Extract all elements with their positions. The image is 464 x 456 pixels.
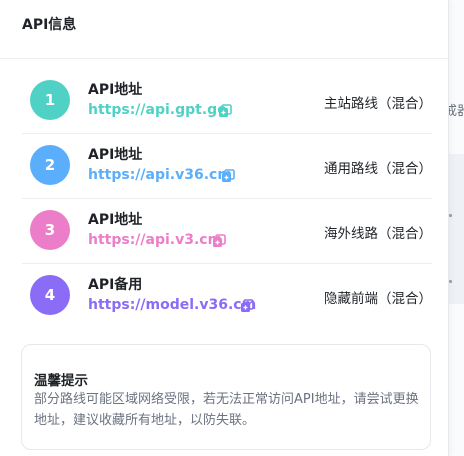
route-note: 通用路线（混合） (324, 161, 432, 177)
tip-text: 部分路线可能区域网络受限，若无法正常访问API地址，请尝试更换地址，建议收藏所有… (34, 392, 419, 428)
route-row-2: 2 API地址 https://api.v36.cm 通用路线（混合） (22, 133, 432, 198)
route-row-3: 3 API地址 https://api.v3.cm 海外线路（混合） (22, 198, 432, 263)
copy-icon[interactable] (218, 104, 232, 118)
tip-box: 温馨提示 部分路线可能区域网络受限，若无法正常访问API地址，请尝试更换地址，建… (21, 344, 431, 450)
route-url-link[interactable]: https://api.gpt.ge (88, 102, 227, 118)
copy-icon[interactable] (240, 299, 254, 313)
route-note: 主站路线（混合） (324, 96, 432, 112)
route-url-link[interactable]: https://api.v3.cm (88, 232, 222, 248)
copy-icon[interactable] (212, 234, 226, 248)
background-highlight-band (449, 154, 464, 304)
route-number-badge: 3 (30, 210, 70, 250)
route-label: API地址 (88, 212, 143, 228)
copy-icon[interactable] (221, 169, 235, 183)
route-number-badge: 2 (30, 145, 70, 185)
background-dot (449, 280, 452, 283)
route-number-badge: 4 (30, 275, 70, 315)
route-label: API地址 (88, 147, 143, 163)
route-label: API备用 (88, 277, 143, 293)
route-row-4: 4 API备用 https://model.v36.cm 隐藏前端（混合） (22, 263, 432, 328)
title-divider (0, 58, 448, 59)
panel-title: API信息 (22, 17, 77, 33)
route-number-badge: 1 (30, 80, 70, 120)
route-label: API地址 (88, 82, 143, 98)
api-info-panel: API信息 1 API地址 https://api.gpt.ge 主站路线（混合… (0, 0, 449, 456)
route-note: 海外线路（混合） (324, 226, 432, 242)
background-dot (449, 214, 452, 217)
route-note: 隐藏前端（混合） (324, 291, 432, 307)
route-row-1: 1 API地址 https://api.gpt.ge 主站路线（混合） (22, 68, 432, 133)
tip-title: 温馨提示 (34, 373, 88, 389)
route-url-link[interactable]: https://api.v36.cm (88, 167, 232, 183)
route-url-link[interactable]: https://model.v36.cm (88, 297, 256, 313)
